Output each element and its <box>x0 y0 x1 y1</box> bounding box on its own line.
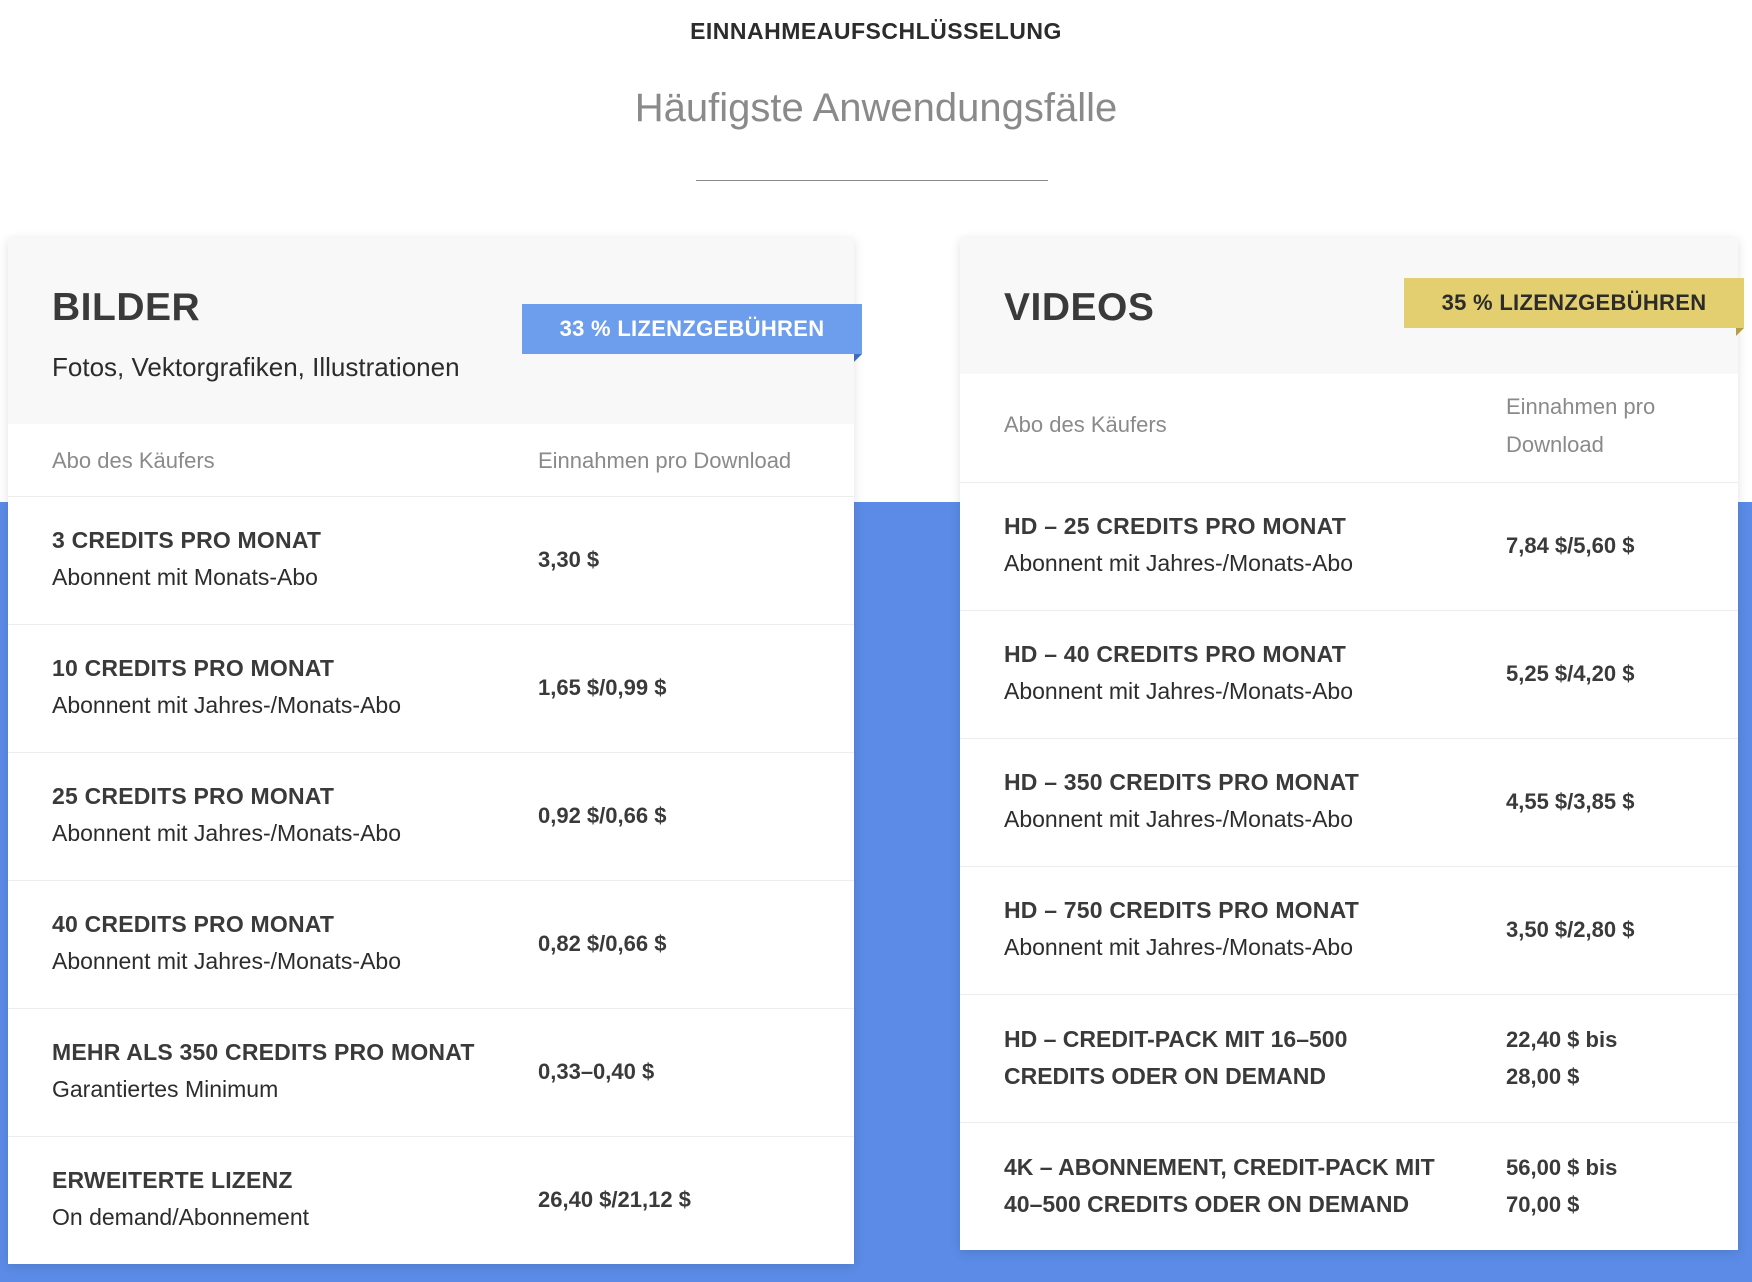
earnings-value: 0,92 $/0,66 $ <box>538 803 667 828</box>
plan-description: Abonnent mit Jahres-/Monats-Abo <box>1004 678 1354 704</box>
images-col-plan: Abo des Käufers <box>52 448 215 473</box>
plan-name: 40 CREDITS PRO MONAT <box>52 911 335 937</box>
videos-card-header: VIDEOS 35 % LIZENZGEBÜHREN <box>960 238 1744 374</box>
images-royalty-badge-label: 33 % LIZENZGEBÜHREN <box>559 316 825 341</box>
plan-name: 10 CREDITS PRO MONAT <box>52 655 335 681</box>
plan-name: HD – 750 CREDITS PRO MONAT <box>1004 897 1359 923</box>
plan-description: Abonnent mit Jahres-/Monats-Abo <box>1004 934 1354 960</box>
plan-name: HD – 25 CREDITS PRO MONAT <box>1004 513 1346 539</box>
plan-description: Abonnent mit Jahres-/Monats-Abo <box>52 820 402 846</box>
plan-name: HD – 350 CREDITS PRO MONAT <box>1004 769 1359 795</box>
table-row: HD – 40 CREDITS PRO MONAT Abonnent mit J… <box>960 610 1738 739</box>
earnings-value-line2: 28,00 $ <box>1506 1064 1580 1089</box>
plan-description: Abonnent mit Jahres-/Monats-Abo <box>52 692 402 718</box>
table-row: 3 CREDITS PRO MONAT Abonnent mit Monats-… <box>8 496 854 625</box>
images-card-header: BILDER Fotos, Vektorgrafiken, Illustrati… <box>8 238 862 424</box>
table-row: HD – CREDIT-PACK MIT 16–500 CREDITS ODER… <box>960 994 1738 1123</box>
plan-name: 25 CREDITS PRO MONAT <box>52 783 335 809</box>
plan-description: Garantiertes Minimum <box>52 1076 279 1102</box>
earnings-value: 5,25 $/4,20 $ <box>1506 661 1635 686</box>
earnings-value-line2: 70,00 $ <box>1506 1192 1580 1217</box>
earnings-value: 0,33–0,40 $ <box>538 1059 655 1084</box>
table-row: HD – 750 CREDITS PRO MONAT Abonnent mit … <box>960 866 1738 995</box>
plan-name: HD – 40 CREDITS PRO MONAT <box>1004 641 1346 667</box>
earnings-value: 0,82 $/0,66 $ <box>538 931 667 956</box>
plan-description: Abonnent mit Jahres-/Monats-Abo <box>52 948 402 974</box>
title-divider <box>696 180 1048 181</box>
table-row: ERWEITERTE LIZENZ On demand/Abonnement 2… <box>8 1136 854 1265</box>
table-row: 40 CREDITS PRO MONAT Abonnent mit Jahres… <box>8 880 854 1009</box>
earnings-value: 7,84 $/5,60 $ <box>1506 533 1635 558</box>
plan-name-line2: CREDITS ODER ON DEMAND <box>1004 1063 1327 1089</box>
page-title: Häufigste Anwendungsfälle <box>634 86 1118 130</box>
images-col-earnings: Einnahmen pro Download <box>538 448 792 473</box>
table-row: MEHR ALS 350 CREDITS PRO MONAT Garantier… <box>8 1008 854 1137</box>
table-row: HD – 25 CREDITS PRO MONAT Abonnent mit J… <box>960 482 1738 611</box>
earnings-value-line1: 22,40 $ bis <box>1506 1027 1618 1052</box>
badge-fold-corner <box>1736 328 1744 336</box>
videos-col-earnings-line1: Einnahmen pro <box>1506 394 1656 419</box>
earnings-value-line1: 56,00 $ bis <box>1506 1155 1618 1180</box>
videos-card: VIDEOS 35 % LIZENZGEBÜHREN Abo des Käufe… <box>960 238 1744 1251</box>
videos-royalty-badge-label: 35 % LIZENZGEBÜHREN <box>1441 290 1707 315</box>
earnings-value: 3,50 $/2,80 $ <box>1506 917 1635 942</box>
plan-name: ERWEITERTE LIZENZ <box>52 1167 293 1193</box>
table-row: 25 CREDITS PRO MONAT Abonnent mit Jahres… <box>8 752 854 881</box>
images-card-title: BILDER <box>52 286 201 329</box>
plan-name-line1: 4K – ABONNEMENT, CREDIT-PACK MIT <box>1004 1154 1435 1180</box>
table-row: HD – 350 CREDITS PRO MONAT Abonnent mit … <box>960 738 1738 867</box>
images-royalty-badge: 33 % LIZENZGEBÜHREN <box>522 304 862 362</box>
earnings-value: 3,30 $ <box>538 547 600 572</box>
plan-description: Abonnent mit Monats-Abo <box>52 564 318 590</box>
plan-description: Abonnent mit Jahres-/Monats-Abo <box>1004 806 1354 832</box>
earnings-value: 4,55 $/3,85 $ <box>1506 789 1635 814</box>
earnings-value: 26,40 $/21,12 $ <box>538 1187 691 1212</box>
videos-card-title: VIDEOS <box>1004 286 1155 329</box>
images-card: BILDER Fotos, Vektorgrafiken, Illustrati… <box>8 238 862 1265</box>
plan-description: On demand/Abonnement <box>52 1204 310 1230</box>
plan-name-line2: 40–500 CREDITS ODER ON DEMAND <box>1004 1191 1410 1217</box>
badge-fold-corner <box>854 354 862 362</box>
videos-col-earnings-line2: Download <box>1506 432 1604 457</box>
table-row: 10 CREDITS PRO MONAT Abonnent mit Jahres… <box>8 624 854 753</box>
videos-col-plan: Abo des Käufers <box>1004 412 1167 437</box>
images-card-subtitle: Fotos, Vektorgrafiken, Illustrationen <box>52 352 460 382</box>
plan-name-line1: HD – CREDIT-PACK MIT 16–500 <box>1004 1026 1348 1052</box>
earnings-value: 1,65 $/0,99 $ <box>538 675 667 700</box>
plan-name: MEHR ALS 350 CREDITS PRO MONAT <box>52 1039 475 1065</box>
table-row: 4K – ABONNEMENT, CREDIT-PACK MIT 40–500 … <box>960 1122 1738 1251</box>
plan-description: Abonnent mit Jahres-/Monats-Abo <box>1004 550 1354 576</box>
section-eyebrow: EINNAHMEAUFSCHLÜSSELUNG <box>690 18 1062 44</box>
plan-name: 3 CREDITS PRO MONAT <box>52 527 322 553</box>
videos-royalty-badge: 35 % LIZENZGEBÜHREN <box>1404 278 1744 336</box>
